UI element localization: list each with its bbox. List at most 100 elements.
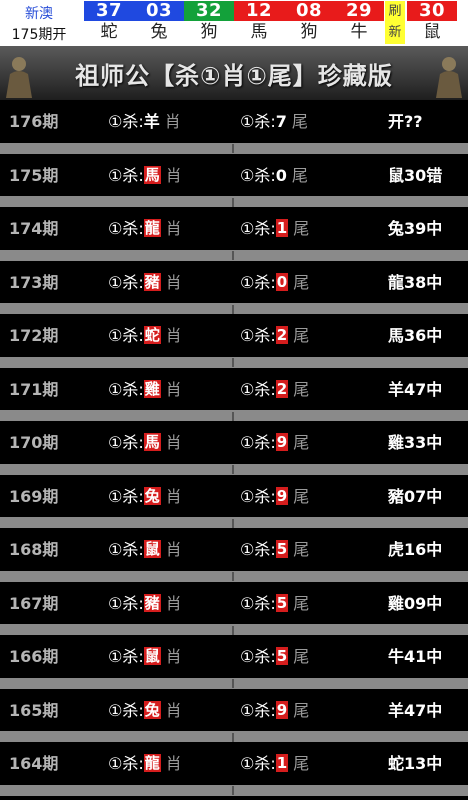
wei-suffix: 尾 (293, 379, 310, 399)
issue-number: 170期 (9, 433, 59, 452)
wei-suffix: 尾 (293, 486, 310, 506)
zodiac-tag: 雞 (143, 379, 161, 398)
column-divider (232, 572, 234, 581)
kill-zodiac: ①杀:鼠肖 (108, 635, 182, 678)
kill-tail: ①杀:0 尾 (240, 261, 309, 304)
kill-tail: ①杀:9 尾 (240, 475, 309, 518)
table-row: 173期 ①杀:豬肖 ①杀:0 尾龍38中 (0, 260, 468, 314)
draw-result: 蛇13中 (388, 754, 443, 773)
kill-tail: ①杀:5 尾 (240, 582, 309, 625)
kill-tail: ①杀:5 尾 (240, 528, 309, 571)
ball-number: 29 (334, 1, 384, 21)
column-divider (232, 358, 234, 367)
kill-prefix: ①杀: (240, 593, 276, 613)
kill-prefix: ①杀: (108, 112, 144, 131)
ball-zodiac: 馬 (250, 22, 268, 42)
result-ball: 29 牛 (334, 0, 384, 46)
kill-zodiac: ①杀:鼠肖 (108, 528, 182, 571)
ball-number: 37 (84, 1, 134, 21)
xiao-suffix: 肖 (165, 219, 182, 238)
xiao-suffix: 肖 (165, 165, 182, 185)
kill-zodiac: ①杀:豬肖 (108, 261, 182, 304)
issue-number: 169期 (9, 486, 59, 506)
column-divider (232, 625, 234, 635)
kill-zodiac: ①杀:龍肖 (108, 207, 182, 250)
kill-tail: ①杀:2 尾 (240, 368, 309, 411)
deity-figure-icon (436, 57, 462, 98)
zodiac-tag: 馬 (143, 165, 161, 184)
tail-tag: 7 (275, 112, 287, 131)
column-divider (232, 251, 234, 260)
kill-prefix: ①杀: (108, 540, 144, 559)
xiao-suffix: 肖 (165, 540, 182, 559)
ball-zodiac: 兔 (150, 22, 168, 42)
table-row: 165期 ①杀:兔肖 ①杀:9 尾羊47中 (0, 688, 468, 742)
xiao-suffix: 肖 (165, 700, 182, 720)
column-divider (232, 197, 234, 207)
zodiac-tag: 羊 (143, 112, 160, 131)
kill-zodiac: ①杀:羊肖 (108, 100, 181, 143)
kill-prefix: ①杀: (108, 165, 144, 185)
draw-result: 牛41中 (388, 647, 443, 666)
tail-tag: 9 (275, 486, 289, 505)
table-row: 176期 ①杀:羊肖 ①杀:7 尾开?? (0, 100, 468, 154)
tail-tag: 5 (275, 540, 289, 558)
issue-number: 172期 (9, 326, 59, 345)
kill-zodiac: ①杀:豬肖 (108, 582, 182, 625)
xiao-suffix: 肖 (164, 112, 181, 131)
draw-result: 馬36中 (388, 326, 443, 345)
table-row: 174期 ①杀:龍肖 ①杀:1 尾兔39中 (0, 207, 468, 261)
ball-number: 12 (234, 1, 284, 21)
title-banner: 祖师公【杀①肖①尾】珍藏版 (0, 46, 468, 100)
refresh-label: 刷新 (388, 4, 402, 40)
ball-zodiac: 蛇 (100, 22, 118, 42)
zodiac-tag: 蛇 (143, 326, 161, 344)
kill-tail: ①杀:5 尾 (240, 635, 309, 678)
wei-suffix: 尾 (291, 165, 308, 185)
table-row: 169期 ①杀:兔肖 ①杀:9 尾豬07中 (0, 474, 468, 528)
zodiac-tag: 鼠 (143, 540, 161, 558)
table-row: 166期 ①杀:鼠肖 ①杀:5 尾牛41中 (0, 635, 468, 689)
tail-tag: 9 (275, 700, 289, 719)
result-ball: 37 蛇 (84, 0, 134, 46)
draw-result: 开?? (388, 112, 423, 131)
zodiac-tag: 龍 (143, 754, 161, 772)
kill-zodiac: ①杀:龍肖 (108, 742, 182, 785)
tail-tag: 5 (275, 593, 289, 612)
wei-suffix: 尾 (293, 540, 310, 559)
ball-zodiac: 牛 (350, 22, 368, 42)
xiao-suffix: 肖 (165, 647, 182, 666)
column-divider (232, 411, 234, 421)
issue-number: 164期 (9, 754, 59, 773)
column-divider (232, 732, 234, 742)
column-divider (232, 465, 234, 474)
ball-number: 30 (407, 1, 457, 21)
tail-tag: 1 (275, 754, 289, 772)
kill-prefix: ①杀: (240, 486, 276, 506)
zodiac-tag: 豬 (143, 593, 161, 612)
column-divider (232, 304, 234, 314)
wei-suffix: 尾 (293, 754, 310, 773)
kill-zodiac: ①杀:兔肖 (108, 475, 182, 518)
issue-number: 171期 (9, 379, 59, 399)
kill-zodiac: ①杀:馬肖 (108, 421, 182, 464)
draw-result: 鼠30错 (388, 165, 443, 185)
tail-tag: 0 (275, 165, 287, 185)
result-ball: 30 鼠 (407, 0, 457, 46)
draw-result: 羊47中 (388, 700, 443, 720)
kill-prefix: ①杀: (240, 433, 276, 452)
kill-prefix: ①杀: (108, 593, 144, 613)
wei-suffix: 尾 (293, 326, 310, 345)
wei-suffix: 尾 (293, 700, 310, 720)
xiao-suffix: 肖 (165, 379, 182, 399)
wei-suffix: 尾 (293, 593, 310, 613)
column-divider (232, 518, 234, 528)
table-row: 164期 ①杀:龍肖 ①杀:1 尾蛇13中 (0, 742, 468, 796)
draw-result: 兔39中 (388, 219, 443, 238)
region-label: 新澳 (25, 6, 53, 22)
kill-prefix: ①杀: (240, 165, 276, 185)
refresh-button[interactable]: 刷新 (385, 1, 405, 44)
table-row: 175期 ①杀:馬肖 ①杀:0 尾鼠30错 (0, 153, 468, 207)
kill-prefix: ①杀: (240, 379, 276, 399)
tail-tag: 2 (275, 379, 289, 398)
